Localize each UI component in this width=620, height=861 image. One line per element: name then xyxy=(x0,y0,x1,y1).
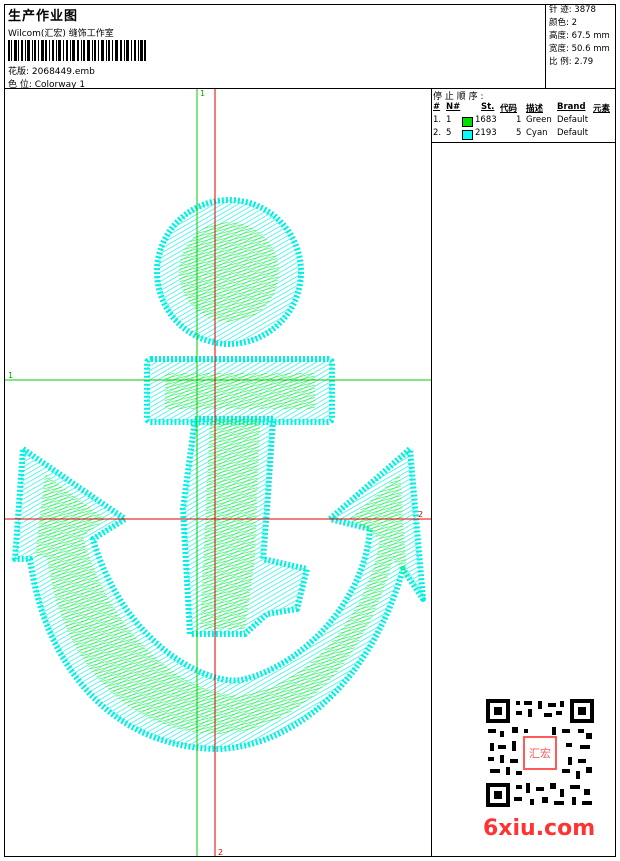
qr-code: 汇宏 xyxy=(486,699,594,807)
page-title: 生产作业图 xyxy=(8,9,79,24)
divider-panel xyxy=(431,88,432,857)
guide-label-h2: 2 xyxy=(418,510,423,519)
guide-label-v1: 1 xyxy=(200,89,205,98)
guide-label-h1: 1 xyxy=(8,371,13,380)
stat-width: 宽度: 50.6 mm xyxy=(549,44,610,54)
watermark: 6xiu.com xyxy=(483,816,596,841)
stat-colors: 颜色: 2 xyxy=(549,18,577,28)
divider-panel-table xyxy=(432,142,616,143)
col-header-index: # xyxy=(433,102,441,112)
company-name: Wilcom(汇宏) 缝饰工作室 xyxy=(8,29,114,39)
col-header-code: 代码 xyxy=(500,104,518,114)
barcode xyxy=(8,40,146,61)
col-header-needle: N# xyxy=(446,102,461,112)
col-header-element: 元素 xyxy=(593,104,611,114)
design-file: 花版: 2068449.emb xyxy=(8,67,95,77)
color-swatch xyxy=(462,130,473,140)
panel-title: 停 止 顺 序 : xyxy=(433,92,484,102)
guide-label-v2: 2 xyxy=(218,848,223,856)
design-canvas: 1 2 1 2 xyxy=(5,89,431,856)
table-row: 1. 1 1683 1 Green Default xyxy=(433,115,589,127)
qr-stamp: 汇宏 xyxy=(529,746,551,760)
col-header-stitches: St. xyxy=(481,102,495,112)
stat-scale: 比 例: 2.79 xyxy=(549,57,594,67)
col-header-desc: 描述 xyxy=(526,104,544,114)
table-row: 2. 5 2193 5 Cyan Default xyxy=(433,128,589,140)
anchor-embroidery xyxy=(12,197,426,752)
stats-box: 针 迹: 3878 颜色: 2 高度: 67.5 mm 宽度: 50.6 mm … xyxy=(545,4,616,88)
color-swatch xyxy=(462,117,473,127)
stat-height: 高度: 67.5 mm xyxy=(549,31,610,41)
header: 生产作业图 Wilcom(汇宏) 缝饰工作室 花版: 2068449.emb 色… xyxy=(4,4,545,90)
col-header-brand: Brand xyxy=(557,102,586,112)
stat-stitches: 针 迹: 3878 xyxy=(549,5,596,15)
